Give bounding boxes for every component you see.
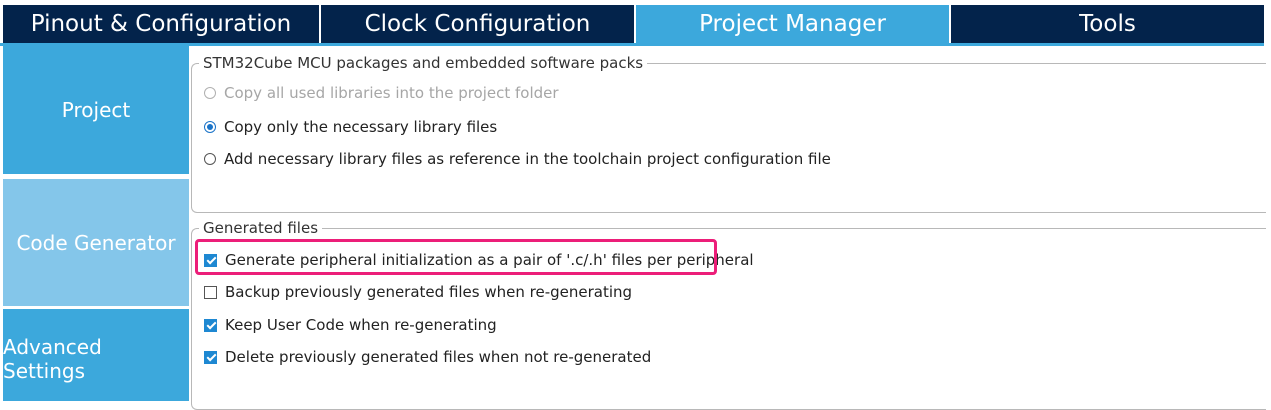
checkbox-label: Keep User Code when re-generating xyxy=(225,316,497,334)
radio-button[interactable] xyxy=(204,153,216,165)
generated-files-legend: Generated files xyxy=(199,219,323,237)
radio-button[interactable] xyxy=(204,87,216,99)
highlight-annotation xyxy=(195,239,717,275)
code-generator-panel: STM32Cube MCU packages and embedded soft… xyxy=(189,46,1271,410)
checkbox-label: Backup previously generated files when r… xyxy=(225,283,633,301)
checkbox[interactable] xyxy=(204,285,217,299)
checkbox[interactable] xyxy=(204,350,217,364)
radio-label: Copy all used libraries into the project… xyxy=(224,84,559,102)
checkbox-keep-user-code[interactable]: Keep User Code when re-generating xyxy=(204,316,497,334)
tab-project-manager[interactable]: Project Manager xyxy=(636,5,949,43)
checkbox[interactable] xyxy=(204,318,217,332)
radio-copy-all-libraries[interactable]: Copy all used libraries into the project… xyxy=(204,84,559,102)
checkbox-label: Delete previously generated files when n… xyxy=(225,348,652,366)
tab-pinout-configuration[interactable]: Pinout & Configuration xyxy=(3,5,319,43)
sidebar-item-project[interactable]: Project xyxy=(3,46,189,174)
sidebar-item-code-generator[interactable]: Code Generator xyxy=(3,179,189,306)
tab-clock-configuration[interactable]: Clock Configuration xyxy=(321,5,634,43)
checkbox-backup-previous-files[interactable]: Backup previously generated files when r… xyxy=(204,283,632,301)
radio-label: Add necessary library files as reference… xyxy=(224,150,831,168)
checkbox-delete-previous-files[interactable]: Delete previously generated files when n… xyxy=(204,348,651,366)
radio-button[interactable] xyxy=(204,121,216,133)
radio-add-as-reference[interactable]: Add necessary library files as reference… xyxy=(204,150,831,168)
tab-bar: Pinout & Configuration Clock Configurati… xyxy=(0,0,1271,46)
sidebar-item-label: Advanced Settings xyxy=(3,335,102,383)
radio-label: Copy only the necessary library files xyxy=(224,118,498,136)
packages-group: STM32Cube MCU packages and embedded soft… xyxy=(191,54,1266,213)
sidebar-item-advanced-settings[interactable]: Advanced Settings xyxy=(3,309,189,401)
tab-tools[interactable]: Tools xyxy=(951,5,1264,43)
radio-copy-necessary-files[interactable]: Copy only the necessary library files xyxy=(204,118,497,136)
packages-group-legend: STM32Cube MCU packages and embedded soft… xyxy=(199,54,648,72)
